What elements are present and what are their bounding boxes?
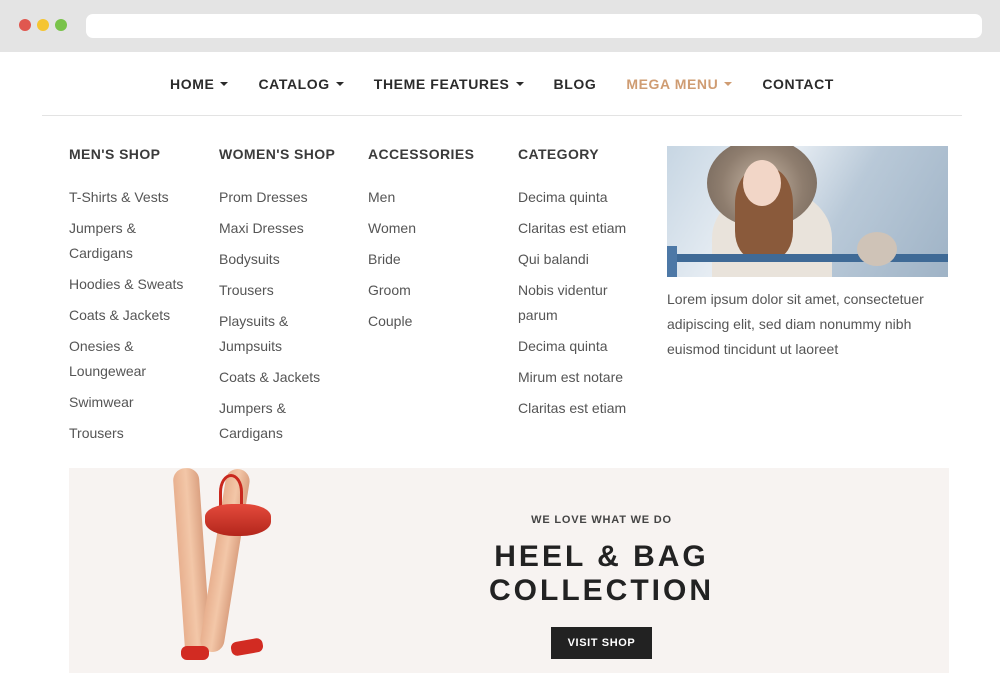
banner-headline: HEEL & BAG COLLECTION xyxy=(489,540,714,607)
menu-link[interactable]: Qui balandi xyxy=(518,247,648,272)
menu-link[interactable]: Coats & Jackets xyxy=(219,365,349,390)
banner-text: WE LOVE WHAT WE DO HEEL & BAG COLLECTION… xyxy=(389,468,814,659)
menu-link[interactable]: Groom xyxy=(368,278,498,303)
nav-home-label: HOME xyxy=(170,75,215,92)
banner-tagline: WE LOVE WHAT WE DO xyxy=(531,514,672,526)
nav-theme-features[interactable]: THEME FEATURES xyxy=(374,76,524,92)
nav-catalog[interactable]: CATALOG xyxy=(258,75,344,92)
menu-link[interactable]: Playsuits & Jumpsuits xyxy=(219,309,349,359)
column-title: WOMEN'S SHOP xyxy=(219,146,336,162)
maximize-window-dot[interactable] xyxy=(55,19,67,31)
photo-face-shape xyxy=(743,160,781,206)
heels-and-bag-image xyxy=(169,468,289,673)
menu-link[interactable]: Hoodies & Sweats xyxy=(69,272,199,297)
caret-down-icon xyxy=(515,81,524,86)
column-title: CATEGORY xyxy=(518,146,599,162)
image-shoe-shape xyxy=(181,646,209,660)
menu-link[interactable]: Jumpers & Cardigans xyxy=(69,216,199,266)
menu-link[interactable]: Decima quinta xyxy=(518,185,648,210)
caret-down-icon xyxy=(220,81,229,86)
menu-link[interactable]: Nobis videntur parum xyxy=(518,278,648,328)
nav-mega-menu-label: MEGA MENU xyxy=(626,75,719,92)
mega-column-mens-shop: MEN'S SHOP T-Shirts & Vests Jumpers & Ca… xyxy=(69,146,199,452)
browser-chrome xyxy=(0,0,1000,52)
mega-column-accessories: ACCESSORIES Men Women Bride Groom Couple xyxy=(368,146,498,340)
menu-link[interactable]: Couple xyxy=(368,309,498,334)
address-bar[interactable] xyxy=(86,14,982,38)
image-shoe-shape xyxy=(230,637,264,657)
nav-contact[interactable]: CONTACT xyxy=(762,76,834,92)
caret-down-icon xyxy=(335,81,344,86)
nav-mega-menu[interactable]: MEGA MENU xyxy=(626,75,733,92)
menu-link[interactable]: Coats & Jackets xyxy=(69,303,199,328)
menu-link[interactable]: Trousers xyxy=(219,278,349,303)
nav-theme-features-label: THEME FEATURES xyxy=(373,75,510,92)
nav-home[interactable]: HOME xyxy=(170,75,229,92)
menu-link[interactable]: Jumpers & Cardigans xyxy=(219,396,349,446)
menu-link[interactable]: Claritas est etiam xyxy=(518,396,648,421)
menu-link[interactable]: Bodysuits xyxy=(219,247,349,272)
menu-link[interactable]: Maxi Dresses xyxy=(219,216,349,241)
mega-column-womens-shop: WOMEN'S SHOP Prom Dresses Maxi Dresses B… xyxy=(219,146,349,452)
nav-catalog-label: CATALOG xyxy=(258,75,330,92)
caret-down-icon xyxy=(724,81,733,86)
nav-blog[interactable]: BLOG xyxy=(554,76,597,92)
mega-feature: Lorem ipsum dolor sit amet, consectetuer… xyxy=(667,146,948,362)
close-window-dot[interactable] xyxy=(19,19,31,31)
menu-link[interactable]: Claritas est etiam xyxy=(518,216,648,241)
nav-contact-label: CONTACT xyxy=(762,75,834,92)
photo-post-shape xyxy=(667,246,677,277)
menu-link[interactable]: T-Shirts & Vests xyxy=(69,185,199,210)
nav-blog-label: BLOG xyxy=(553,75,597,92)
menu-link[interactable]: Bride xyxy=(368,247,498,272)
menu-link[interactable]: Prom Dresses xyxy=(219,185,349,210)
menu-link[interactable]: Women xyxy=(368,216,498,241)
collection-banner: WE LOVE WHAT WE DO HEEL & BAG COLLECTION… xyxy=(69,468,949,673)
main-nav: HOME CATALOG THEME FEATURES BLOG MEGA ME… xyxy=(42,52,962,116)
menu-link[interactable]: Trousers xyxy=(69,421,199,446)
column-title: ACCESSORIES xyxy=(368,146,475,162)
visit-shop-button[interactable]: VISIT SHOP xyxy=(551,627,652,659)
menu-link[interactable]: Decima quinta xyxy=(518,334,648,359)
menu-link[interactable]: Onesies & Loungewear xyxy=(69,334,199,384)
menu-link[interactable]: Men xyxy=(368,185,498,210)
menu-link[interactable]: Mirum est notare xyxy=(518,365,648,390)
image-bag-shape xyxy=(205,504,271,536)
feature-description: Lorem ipsum dolor sit amet, consectetuer… xyxy=(667,291,924,357)
column-title: MEN'S SHOP xyxy=(69,146,161,162)
photo-glove-shape xyxy=(857,232,897,266)
photo-rail-shape xyxy=(667,254,948,262)
minimize-window-dot[interactable] xyxy=(37,19,49,31)
menu-link[interactable]: Swimwear xyxy=(69,390,199,415)
mega-column-category: CATEGORY Decima quinta Claritas est etia… xyxy=(518,146,648,427)
winter-model-photo[interactable] xyxy=(667,146,948,277)
